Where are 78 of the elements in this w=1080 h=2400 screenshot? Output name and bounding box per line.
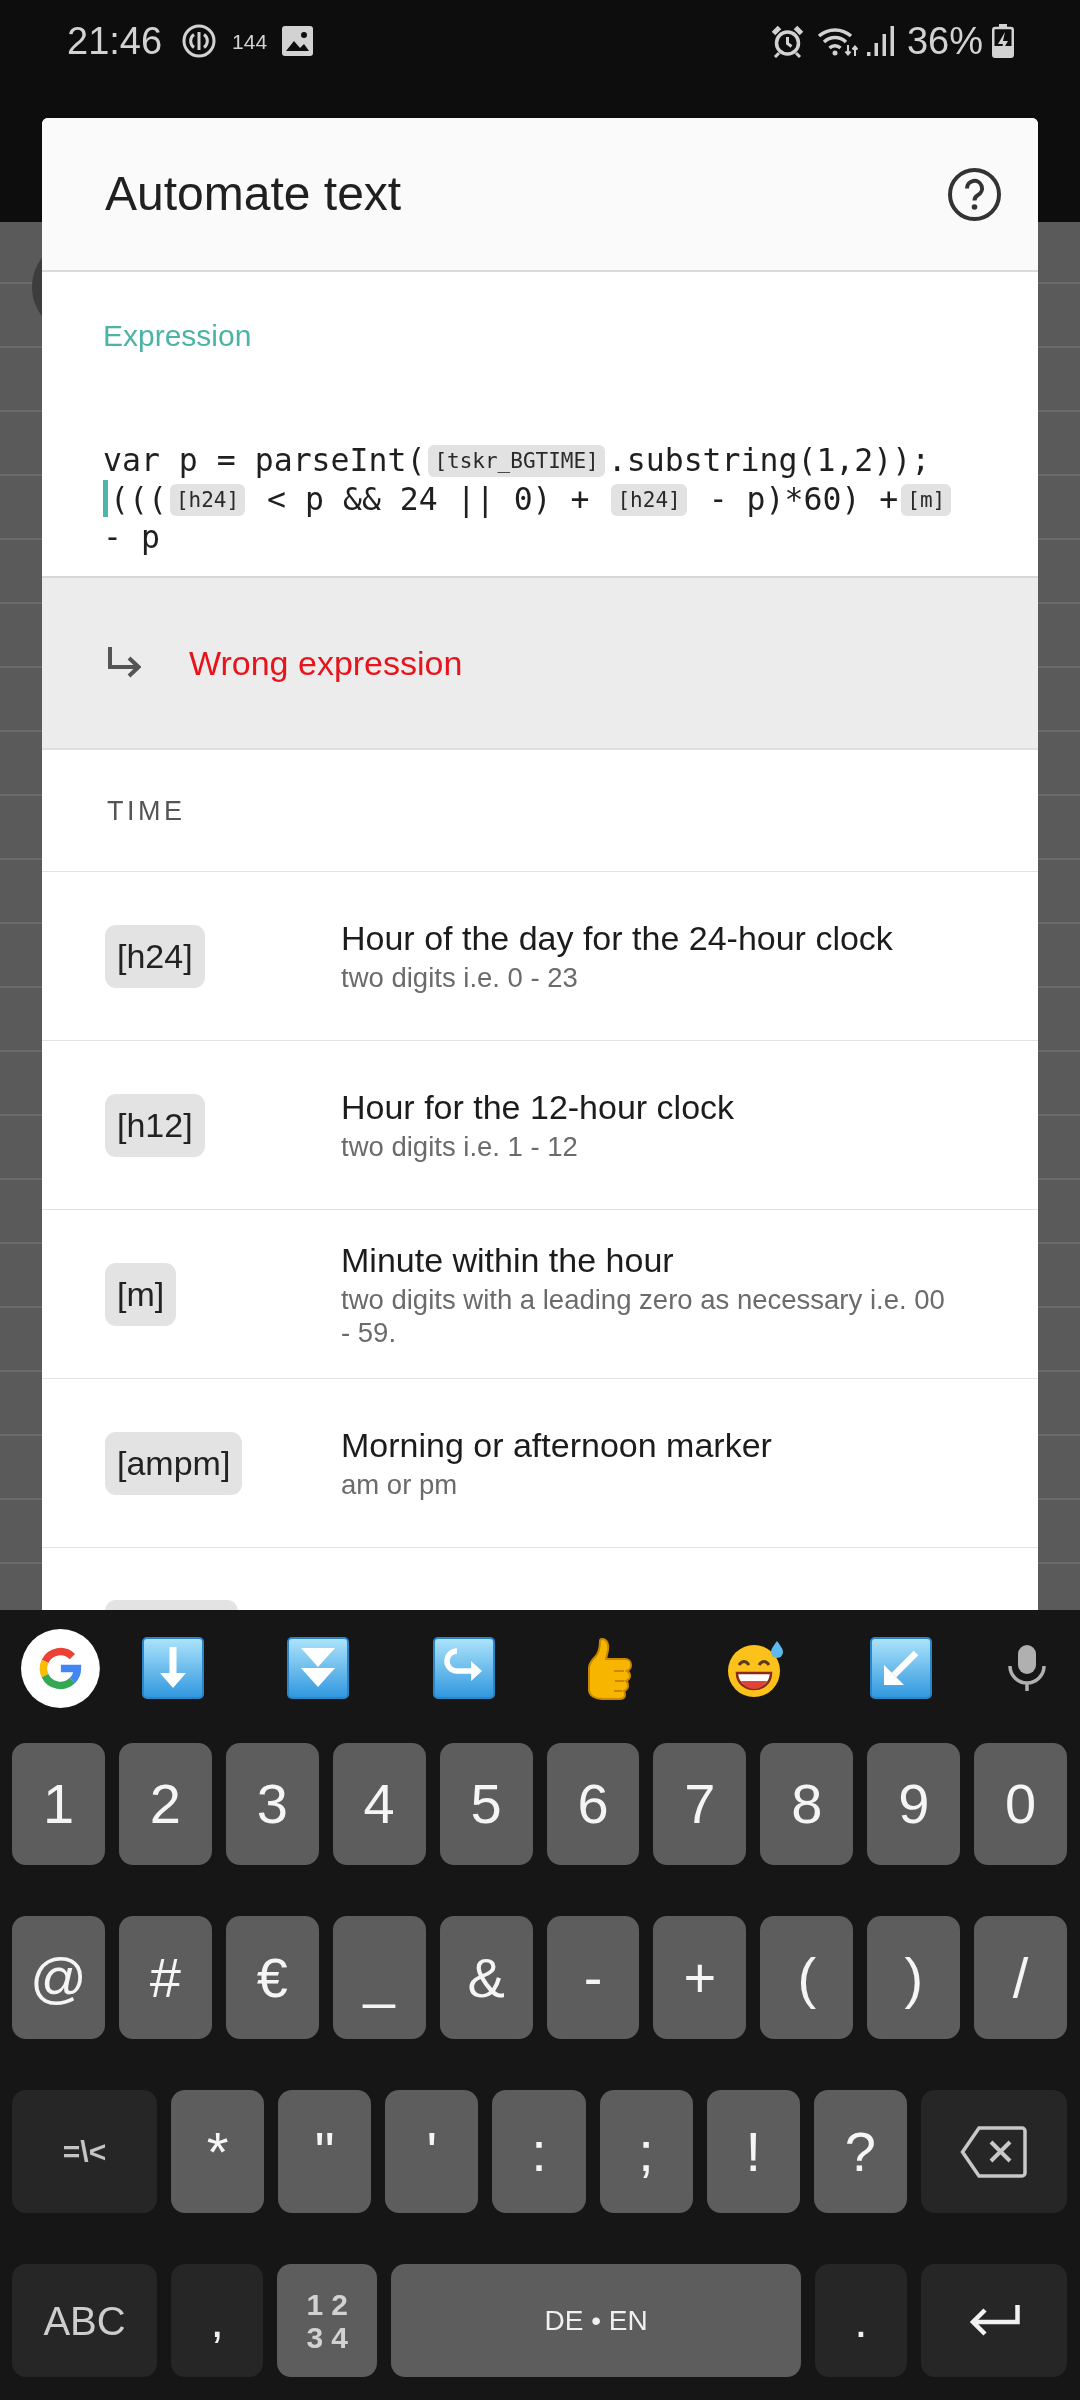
- ring-icon: [182, 24, 217, 58]
- field-label: Expression: [103, 318, 252, 354]
- enter-key[interactable]: [921, 2264, 1067, 2377]
- variable-description: two digits i.e. 1 - 12: [341, 1130, 579, 1163]
- variable-list-item[interactable]: [m] Minute within the hour two digits with a leading zero as necessary i.e. 00 - 59.: [42, 1210, 1038, 1379]
- keyboard-key[interactable]: .: [814, 2264, 907, 2377]
- corner-arrow-icon: [107, 646, 141, 680]
- keyboard-key[interactable]: 6: [546, 1743, 640, 1865]
- variable-list-item[interactable]: [h24] Hour of the day for the 24-hour clock two digits i.e. 0 - 23: [42, 872, 1038, 1041]
- section-header: TIME: [107, 794, 186, 827]
- keyboard-key[interactable]: *: [171, 2090, 265, 2213]
- signal-icon: [866, 26, 894, 56]
- keyboard-key[interactable]: +: [653, 1916, 747, 2039]
- variable-title: Hour of the day for the 24-hour clock: [341, 918, 894, 958]
- variable-token: [m]: [105, 1262, 177, 1326]
- keyboard-key[interactable]: ): [867, 1916, 961, 2039]
- variable-token: [h12]: [105, 1093, 205, 1157]
- keyboard-key[interactable]: €: [225, 1916, 319, 2039]
- variable-token: [m]: [901, 483, 952, 516]
- keyboard-key[interactable]: 1: [12, 1743, 105, 1865]
- help-icon[interactable]: [948, 167, 1001, 221]
- keyboard-key[interactable]: @: [12, 1916, 105, 2039]
- battery-percent: 36%: [906, 22, 983, 60]
- smiling-face-icon[interactable]: [726, 1639, 785, 1697]
- variable-title: Hour for the 12-hour clock: [341, 1087, 736, 1127]
- keyboard-key[interactable]: 0: [974, 1743, 1068, 1865]
- microphone-icon[interactable]: [1008, 1645, 1047, 1691]
- keyboard-key[interactable]: 5: [439, 1743, 533, 1865]
- keyboard-key[interactable]: 9: [867, 1743, 961, 1865]
- keyboard-key[interactable]: 8: [760, 1743, 854, 1865]
- variable-description: two digits i.e. 0 - 23: [341, 961, 579, 994]
- variable-title: Minute within the hour: [341, 1239, 675, 1280]
- error-message: Wrong expression: [189, 643, 463, 683]
- variable-list-item[interactable]: [ampm] Morning or afternoon marker am or pm: [42, 1379, 1038, 1548]
- image-icon: [282, 26, 314, 56]
- keyboard-key[interactable]: ?: [813, 2090, 907, 2213]
- variable-description: am or pm: [341, 1468, 459, 1501]
- keyboard-key[interactable]: &: [439, 1916, 533, 2039]
- keyboard-key[interactable]: 7: [653, 1743, 747, 1865]
- space-key[interactable]: DE • EN: [391, 2264, 801, 2377]
- wifi-icon: [816, 25, 858, 57]
- dialog-title: Automate text: [105, 166, 402, 222]
- keyboard-key[interactable]: ': [385, 2090, 479, 2213]
- variable-token: [ampm]: [105, 1431, 243, 1495]
- status-time: 21:46: [67, 22, 163, 60]
- variable-description: two digits with a leading zero as necessary i.e. 00 - 59.: [341, 1282, 946, 1349]
- variable-token: [h24]: [105, 924, 205, 988]
- symbols-key[interactable]: =\<: [12, 2090, 157, 2213]
- thumbs-up-icon[interactable]: [587, 1636, 633, 1700]
- variable-token: [h24]: [169, 483, 246, 516]
- backspace-key[interactable]: [921, 2090, 1067, 2213]
- keyboard-key[interactable]: 4: [332, 1743, 426, 1865]
- numbers-key[interactable]: 12 34: [277, 2264, 378, 2377]
- keyboard-key[interactable]: ": [278, 2090, 372, 2213]
- battery-charging-icon: [992, 24, 1014, 58]
- keyboard-key[interactable]: !: [706, 2090, 800, 2213]
- variable-list-item[interactable]: [h12] Hour for the 12-hour clock two digits i.e. 1 - 12: [42, 1041, 1038, 1210]
- keyboard-key[interactable]: (: [760, 1916, 854, 2039]
- expression-field[interactable]: var p = parseInt( [tskr_BGTIME] .substring(1,2)); ((( [h24] < p && 24 || 0) + [h24] - p)*60) + [m] - p: [103, 441, 955, 557]
- text-cursor: [103, 479, 108, 517]
- keyboard-key[interactable]: 3: [225, 1743, 319, 1865]
- keyboard-key[interactable]: 2: [118, 1743, 212, 1865]
- variable-title: Morning or afternoon marker: [341, 1425, 773, 1465]
- letters-key[interactable]: ABC: [12, 2264, 157, 2377]
- keyboard-key[interactable]: /: [974, 1916, 1068, 2039]
- enter-icon: [968, 2305, 1020, 2336]
- keyboard-key[interactable]: ;: [599, 2090, 693, 2213]
- keyboard-key[interactable]: #: [118, 1916, 212, 2039]
- keyboard-key[interactable]: :: [492, 2090, 586, 2213]
- keyboard-key[interactable]: _: [332, 1916, 426, 2039]
- g-logo-icon[interactable]: [21, 1628, 100, 1708]
- keyboard-key[interactable]: ,: [171, 2264, 264, 2377]
- variable-token: [tskr_BGTIME]: [428, 445, 605, 477]
- status-indicator: 144: [232, 30, 268, 52]
- keyboard-key[interactable]: -: [546, 1916, 640, 2039]
- alarm-clock-icon: [770, 24, 804, 58]
- backspace-icon: [960, 2125, 1028, 2178]
- variable-token: [h24]: [611, 483, 687, 516]
